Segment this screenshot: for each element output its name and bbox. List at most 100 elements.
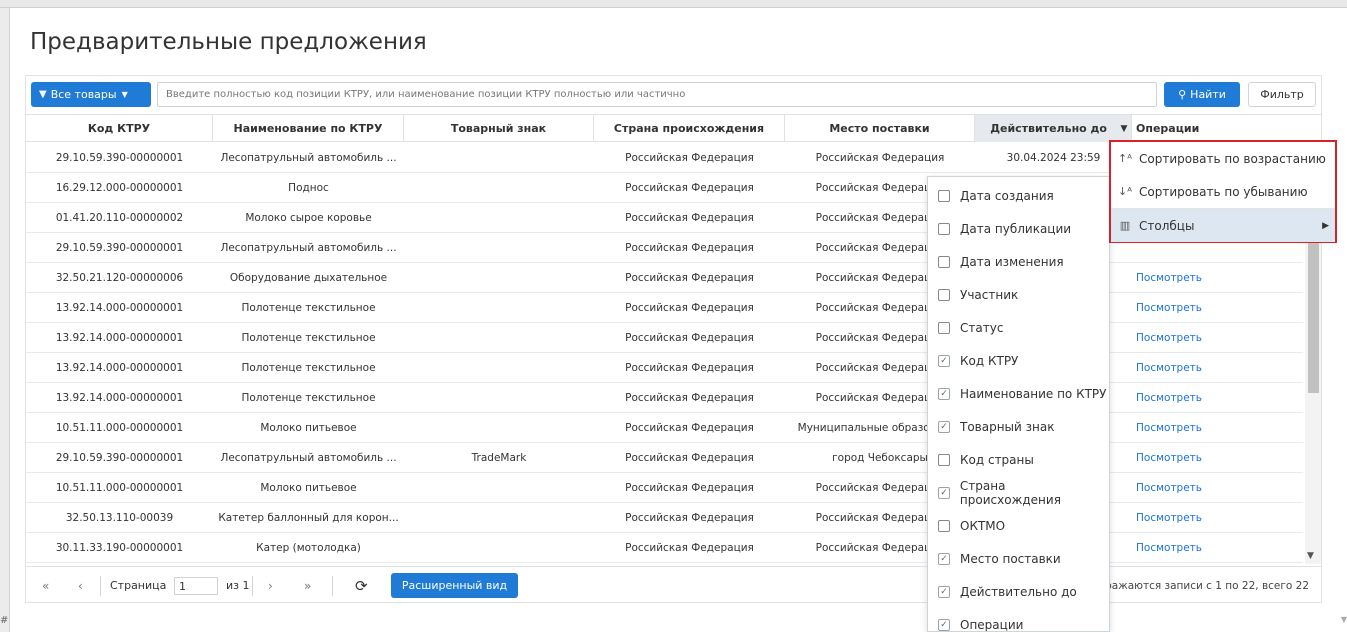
column-header-name[interactable]: Наименование по КТРУ — [213, 115, 404, 142]
view-link[interactable]: Посмотреть — [1132, 503, 1303, 532]
sort-descending-item[interactable]: ↓ᴬ Сортировать по убыванию — [1111, 175, 1335, 208]
view-link[interactable]: Посмотреть — [1132, 323, 1303, 352]
table-row[interactable]: 29.10.59.390-00000001 Лесопатрульный авто… — [26, 443, 1303, 473]
column-header-brand[interactable]: Товарный знак — [404, 115, 594, 142]
cell-country: Российская Федерация — [625, 331, 754, 344]
cell-brand — [404, 233, 594, 262]
column-header-code[interactable]: Код КТРУ — [26, 115, 213, 142]
cell-name: Поднос — [288, 181, 329, 194]
column-toggle-label: Код КТРУ — [960, 353, 1019, 368]
checkbox-icon[interactable] — [938, 288, 950, 301]
column-toggle-label: Наименование по КТРУ — [960, 386, 1107, 401]
column-header-country[interactable]: Страна происхождения — [594, 115, 785, 142]
columns-icon: ▥ — [1119, 219, 1131, 232]
column-toggle-item[interactable]: ✓ Товарный знак — [928, 410, 1109, 443]
last-page-icon[interactable]: » — [304, 567, 311, 604]
column-toggle-item[interactable]: Дата изменения — [928, 245, 1109, 278]
table-row[interactable]: 13.92.14.000-00000001 Полотенце текстильн… — [26, 323, 1303, 353]
view-link[interactable]: Посмотреть — [1132, 293, 1303, 322]
checkbox-icon[interactable] — [938, 189, 950, 202]
table-row[interactable]: 13.92.14.000-00000001 Полотенце текстильн… — [26, 353, 1303, 383]
checkbox-checked-icon[interactable]: ✓ — [938, 618, 950, 631]
column-toggle-label: Дата публикации — [960, 221, 1072, 236]
column-toggle-item[interactable]: ✓ Страна происхождения — [928, 476, 1109, 509]
checkbox-checked-icon[interactable]: ✓ — [938, 552, 950, 565]
column-header-place[interactable]: Место поставки — [785, 115, 975, 142]
all-goods-button[interactable]: ▼ Все товары ▼ — [31, 82, 151, 107]
column-toggle-item[interactable]: Код страны — [928, 443, 1109, 476]
cell-brand — [404, 383, 594, 412]
column-toggle-item[interactable]: ✓ Наименование по КТРУ — [928, 377, 1109, 410]
cell-code: 32.50.13.110-00039 — [65, 511, 174, 524]
table-row[interactable]: 13.92.14.000-00000001 Полотенце текстильн… — [26, 293, 1303, 323]
table-row[interactable]: 10.51.11.000-00000001 Молоко питьевое Росс… — [26, 413, 1303, 443]
cell-country: Российская Федерация — [625, 301, 754, 314]
column-toggle-item[interactable]: Дата публикации — [928, 212, 1109, 245]
cell-code: 16.29.12.000-00000001 — [55, 181, 184, 194]
cell-name: Молоко питьевое — [260, 421, 357, 434]
cell-brand: TradeMark — [471, 451, 527, 464]
scroll-down-icon[interactable]: ▼ — [1307, 551, 1314, 561]
view-link[interactable]: Посмотреть — [1132, 383, 1303, 412]
find-button[interactable]: ⚲ Найти — [1164, 82, 1240, 107]
page-scroll-down-icon[interactable]: ▼ — [1341, 615, 1347, 624]
checkbox-icon[interactable] — [938, 255, 950, 268]
column-toggle-label: Операции — [960, 617, 1024, 632]
table-header: Код КТРУ Наименование по КТРУ Товарный з… — [26, 114, 1321, 142]
columns-item[interactable]: ▥ Столбцы ▶ — [1111, 209, 1335, 242]
cell-code: 32.50.21.120-00000006 — [55, 271, 184, 284]
checkbox-icon[interactable] — [938, 321, 950, 334]
refresh-icon[interactable]: ⟳ — [355, 567, 368, 604]
column-toggle-item[interactable]: ✓ Операции — [928, 608, 1109, 632]
hash-marker: # — [0, 615, 9, 626]
cell-country: Российская Федерация — [625, 241, 754, 254]
prev-page-icon[interactable]: ‹ — [78, 567, 83, 604]
column-header-valid[interactable]: Действительно до — [975, 115, 1132, 142]
extended-view-button[interactable]: Расширенный вид — [391, 573, 518, 598]
cell-name: Полотенце текстильное — [241, 391, 376, 404]
view-link[interactable]: Посмотреть — [1132, 443, 1303, 472]
checkbox-checked-icon[interactable]: ✓ — [938, 354, 950, 367]
filter-button[interactable]: Фильтр — [1248, 82, 1316, 107]
search-input[interactable] — [157, 82, 1157, 107]
view-link[interactable]: Посмотреть — [1132, 413, 1303, 442]
sort-ascending-item[interactable]: ↑ᴬ Сортировать по возрастанию — [1111, 142, 1335, 175]
cell-code: 13.92.14.000-00000001 — [55, 391, 184, 404]
checkbox-icon[interactable] — [938, 453, 950, 466]
column-toggle-item[interactable]: ОКТМО — [928, 509, 1109, 542]
checkbox-icon[interactable] — [938, 222, 950, 235]
column-toggle-item[interactable]: ✓ Место поставки — [928, 542, 1109, 575]
next-page-icon[interactable]: › — [268, 567, 273, 604]
table-row[interactable]: 30.11.33.190-00000001 Катер (мотолодка) Ро… — [26, 533, 1303, 563]
cell-name: Лесопатрульный автомобиль ... — [220, 151, 397, 164]
cell-code: 13.92.14.000-00000001 — [55, 301, 184, 314]
column-toggle-item[interactable]: Дата создания — [928, 179, 1109, 212]
column-toggle-item[interactable]: Статус — [928, 311, 1109, 344]
view-link[interactable]: Посмотреть — [1132, 353, 1303, 382]
view-link[interactable]: Посмотреть — [1132, 533, 1303, 562]
checkbox-checked-icon[interactable]: ✓ — [938, 585, 950, 598]
view-link[interactable]: Посмотреть — [1132, 473, 1303, 502]
column-toggle-label: Код страны — [960, 452, 1034, 467]
checkbox-checked-icon[interactable]: ✓ — [938, 420, 950, 433]
submenu-arrow-icon: ▶ — [1322, 220, 1329, 231]
cell-country: Российская Федерация — [625, 211, 754, 224]
table-row[interactable]: 32.50.21.120-00000006 Оборудование дыхате… — [26, 263, 1303, 293]
column-menu-trigger-icon[interactable]: ▼ — [1116, 115, 1132, 142]
column-header-valid-label: Действительно до — [990, 122, 1107, 135]
table-row[interactable]: 13.92.14.000-00000001 Полотенце текстильн… — [26, 383, 1303, 413]
cell-name: Полотенце текстильное — [241, 301, 376, 314]
table-row[interactable]: 32.50.13.110-00039 Катетер баллонный для … — [26, 503, 1303, 533]
checkbox-checked-icon[interactable]: ✓ — [938, 486, 950, 499]
window-left-border: # — [0, 8, 10, 632]
page-number-input[interactable] — [174, 577, 218, 595]
checkbox-icon[interactable] — [938, 519, 950, 532]
table-row[interactable]: 10.51.11.000-00000001 Молоко питьевое Росс… — [26, 473, 1303, 503]
column-toggle-item[interactable]: ✓ Действительно до — [928, 575, 1109, 608]
first-page-icon[interactable]: « — [42, 567, 49, 604]
checkbox-checked-icon[interactable]: ✓ — [938, 387, 950, 400]
column-toggle-item[interactable]: ✓ Код КТРУ — [928, 344, 1109, 377]
view-link[interactable]: Посмотреть — [1132, 263, 1303, 292]
column-toggle-item[interactable]: Участник — [928, 278, 1109, 311]
column-header-operations[interactable]: Операции — [1132, 115, 1303, 142]
